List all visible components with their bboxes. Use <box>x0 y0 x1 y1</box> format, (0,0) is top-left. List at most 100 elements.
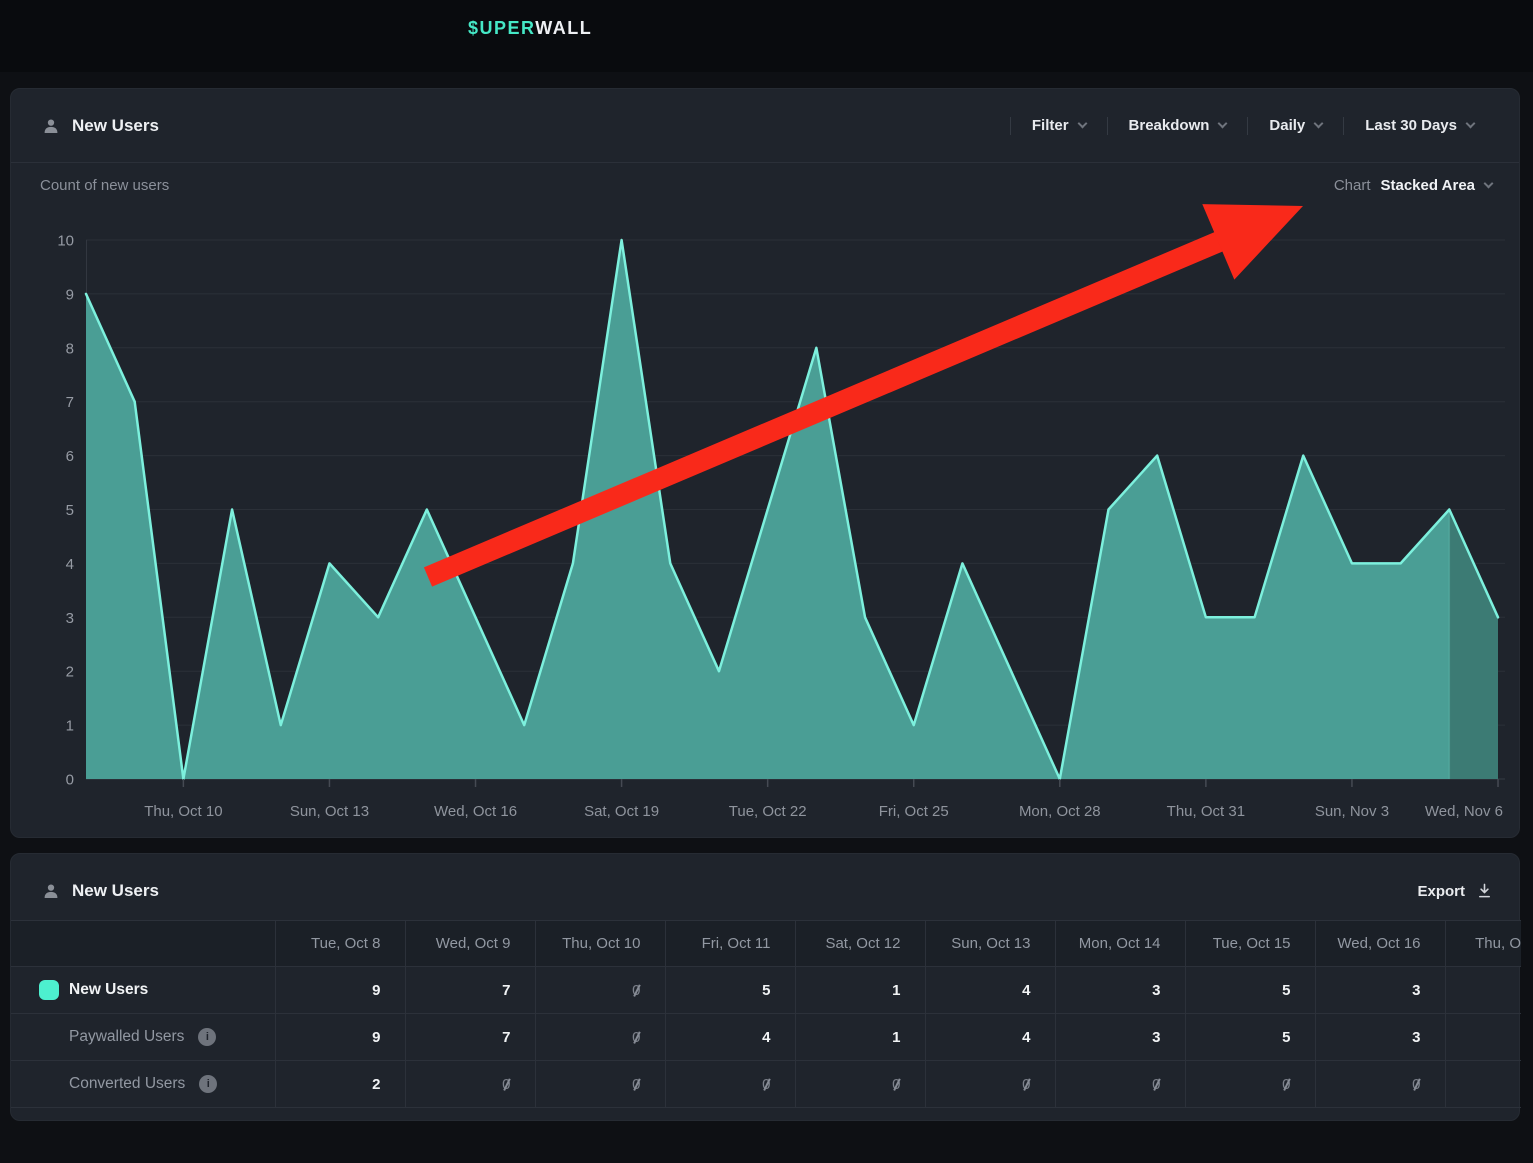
x-axis-label: Wed, Oct 16 <box>434 803 517 820</box>
person-icon <box>42 882 60 900</box>
table-cell: 2 <box>275 1061 405 1108</box>
chevron-down-icon <box>1077 119 1087 129</box>
new-users-chart-card: 012345678910Thu, Oct 10Sun, Oct 13Wed, O… <box>10 88 1520 838</box>
table-cell: 0 <box>1185 1061 1315 1108</box>
table-cell: 1 <box>795 1014 925 1061</box>
table-row: Converted Usersi200000000 <box>11 1061 1521 1108</box>
chart-type-selector[interactable]: Chart Stacked Area <box>1334 177 1492 194</box>
column-header: Tue, Oct 8 <box>275 921 405 967</box>
area-chart: 012345678910Thu, Oct 10Sun, Oct 13Wed, O… <box>11 89 1521 839</box>
row-label-cell: Converted Users i <box>11 1061 275 1108</box>
y-axis-label: 0 <box>66 772 74 789</box>
row-label: New Users <box>69 981 148 999</box>
column-header: Sun, Oct 13 <box>925 921 1055 967</box>
control-breakdown[interactable]: Breakdown <box>1108 117 1248 134</box>
y-axis-label: 7 <box>66 394 74 411</box>
y-axis-label: 10 <box>57 233 74 250</box>
control-label: Breakdown <box>1129 117 1210 134</box>
y-axis-label: 2 <box>66 664 74 681</box>
person-icon <box>42 117 60 135</box>
chart-controls: Filter Breakdown Daily Last 30 Days <box>1010 117 1495 135</box>
table-cell: 9 <box>275 1014 405 1061</box>
logo-accent-text: $UPER <box>468 18 535 38</box>
table-cell: 7 <box>405 1014 535 1061</box>
table-cell: 0 <box>535 967 665 1014</box>
table-cell: 1 <box>795 967 925 1014</box>
table-row: New Users970514353 <box>11 967 1521 1014</box>
table-cell: 4 <box>665 1014 795 1061</box>
x-axis-label: Tue, Oct 22 <box>729 803 807 820</box>
table-cell: 0 <box>1315 1061 1445 1108</box>
x-axis-label: Thu, Oct 31 <box>1167 803 1245 820</box>
table-cell: 0 <box>925 1061 1055 1108</box>
table-cell: 0 <box>665 1061 795 1108</box>
superwall-logo[interactable]: $UPERWALL <box>468 18 592 39</box>
column-header: Sat, Oct 12 <box>795 921 925 967</box>
table-cell: 4 <box>925 1014 1055 1061</box>
logo-rest-text: WALL <box>535 18 592 38</box>
column-header: Mon, Oct 14 <box>1055 921 1185 967</box>
table-cell: 4 <box>925 967 1055 1014</box>
x-axis-label: Thu, Oct 10 <box>144 803 222 820</box>
table-cell: 5 <box>1185 1014 1315 1061</box>
table-cell <box>1445 967 1521 1014</box>
column-header: Wed, Oct 9 <box>405 921 535 967</box>
chevron-down-icon <box>1466 119 1476 129</box>
row-label: Converted Users <box>69 1075 185 1093</box>
chevron-down-icon <box>1314 119 1324 129</box>
x-axis-label: Sun, Nov 3 <box>1315 803 1389 820</box>
table-cell: 0 <box>795 1061 925 1108</box>
table-card-header: New Users Export <box>11 854 1519 928</box>
table-cell <box>1445 1014 1521 1061</box>
column-header: Wed, Oct 16 <box>1315 921 1445 967</box>
table-cell: 0 <box>1055 1061 1185 1108</box>
column-header: Tue, Oct 15 <box>1185 921 1315 967</box>
top-nav: $UPERWALL <box>0 0 1533 72</box>
x-axis-label: Sat, Oct 19 <box>584 803 659 820</box>
y-axis-label: 4 <box>66 556 74 573</box>
control-last-30-days[interactable]: Last 30 Days <box>1344 117 1495 134</box>
info-icon[interactable]: i <box>198 1028 216 1046</box>
control-label: Last 30 Days <box>1365 117 1457 134</box>
table-row: Paywalled Usersi970414353 <box>11 1014 1521 1061</box>
table-cell: 3 <box>1315 967 1445 1014</box>
chart-subtitle: Count of new users <box>40 177 169 194</box>
control-daily[interactable]: Daily <box>1248 117 1343 134</box>
table-cell: 5 <box>665 967 795 1014</box>
export-label: Export <box>1417 883 1465 900</box>
row-label-column-header <box>11 921 275 967</box>
control-label: Filter <box>1032 117 1069 134</box>
y-axis-label: 8 <box>66 340 74 357</box>
new-users-table: Tue, Oct 8Wed, Oct 9Thu, Oct 10Fri, Oct … <box>11 920 1521 1108</box>
y-axis-label: 9 <box>66 286 74 303</box>
table-cell: 7 <box>405 967 535 1014</box>
chevron-down-icon <box>1484 179 1494 189</box>
column-header: Thu, O <box>1445 921 1521 967</box>
table-cell: 0 <box>405 1061 535 1108</box>
new-users-table-card: New Users Export Tue, Oct 8Wed, Oct 9 Thu… <box>10 853 1520 1121</box>
table-cell: 3 <box>1055 1014 1185 1061</box>
control-filter[interactable]: Filter <box>1011 117 1107 134</box>
info-icon[interactable]: i <box>199 1075 217 1093</box>
x-axis-label: Fri, Oct 25 <box>879 803 949 820</box>
table-cell <box>1445 1061 1521 1108</box>
table-cell: 0 <box>535 1061 665 1108</box>
table-cell: 0 <box>535 1014 665 1061</box>
table-title: New Users <box>72 881 159 901</box>
y-axis-label: 5 <box>66 502 74 519</box>
export-button[interactable]: Export <box>1417 883 1492 900</box>
y-axis-label: 1 <box>66 718 74 735</box>
table-cell: 9 <box>275 967 405 1014</box>
chart-type-value: Stacked Area <box>1381 177 1476 194</box>
chart-card-header: New Users FilterBreakdownDailyLast 30 Da… <box>11 89 1519 163</box>
x-axis-label: Wed, Nov 6 <box>1425 803 1503 820</box>
y-axis-label: 6 <box>66 448 74 465</box>
chevron-down-icon <box>1218 119 1228 129</box>
table-cell: 5 <box>1185 967 1315 1014</box>
y-axis-label: 3 <box>66 610 74 627</box>
x-axis-label: Mon, Oct 28 <box>1019 803 1101 820</box>
row-label-cell: Paywalled Users i <box>11 1014 275 1061</box>
row-label: Paywalled Users <box>69 1028 184 1046</box>
download-icon <box>1477 883 1492 899</box>
legend-swatch <box>39 980 59 1000</box>
